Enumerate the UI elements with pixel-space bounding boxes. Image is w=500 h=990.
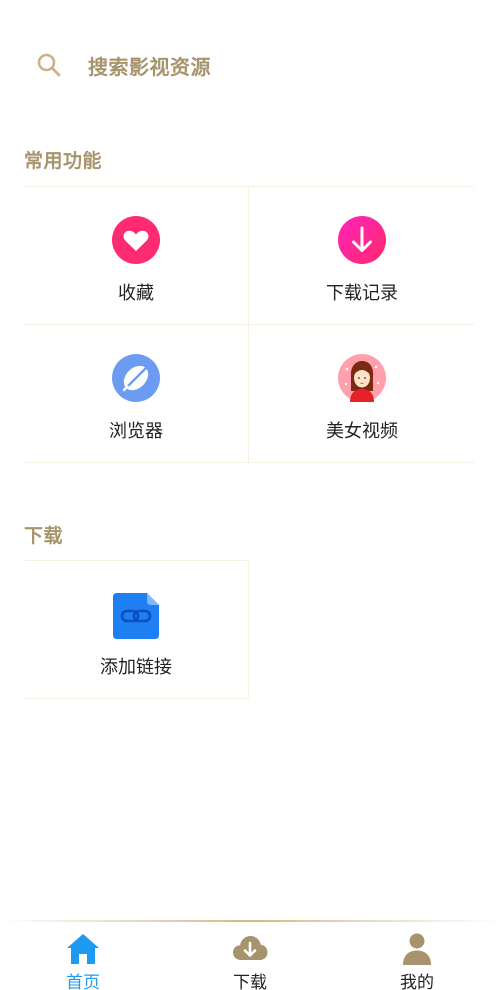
search-icon xyxy=(36,52,62,78)
cloud-download-icon xyxy=(232,932,268,966)
search-bar[interactable]: 搜索影视资源 xyxy=(0,38,500,90)
beauty-videos-tile[interactable]: 美女视频 xyxy=(250,325,474,463)
link-file-icon xyxy=(111,589,161,639)
user-icon xyxy=(399,932,435,966)
favorites-tile[interactable]: 收藏 xyxy=(24,187,248,325)
section-title-common: 常用功能 xyxy=(24,150,103,172)
download-history-tile[interactable]: 下载记录 xyxy=(250,187,474,325)
favorites-label: 收藏 xyxy=(118,283,154,304)
beauty-videos-label: 美女视频 xyxy=(326,421,398,442)
add-link-label: 添加链接 xyxy=(100,657,172,678)
bottom-nav-divider xyxy=(0,920,500,922)
tab-download[interactable]: 下载 xyxy=(190,928,310,990)
section-title-download: 下载 xyxy=(24,525,64,547)
browser-tile[interactable]: 浏览器 xyxy=(24,325,248,463)
home-icon xyxy=(65,932,101,966)
add-link-tile[interactable]: 添加链接 xyxy=(24,561,248,699)
search-placeholder[interactable]: 搜索影视资源 xyxy=(88,51,211,80)
tab-mine[interactable]: 我的 xyxy=(357,928,477,990)
download-history-label: 下载记录 xyxy=(326,283,398,304)
heart-icon xyxy=(111,215,161,265)
download-arrow-icon xyxy=(337,215,387,265)
girl-avatar-icon xyxy=(337,353,387,403)
grid-divider xyxy=(248,186,249,462)
tab-mine-label: 我的 xyxy=(400,973,434,990)
tab-download-label: 下载 xyxy=(233,973,267,990)
tab-home-label: 首页 xyxy=(66,973,100,990)
browser-label: 浏览器 xyxy=(109,421,163,442)
tab-home[interactable]: 首页 xyxy=(23,928,143,990)
grid-divider xyxy=(248,560,249,698)
browser-leaf-icon xyxy=(111,353,161,403)
bottom-nav: 首页 下载 我的 xyxy=(0,920,500,990)
